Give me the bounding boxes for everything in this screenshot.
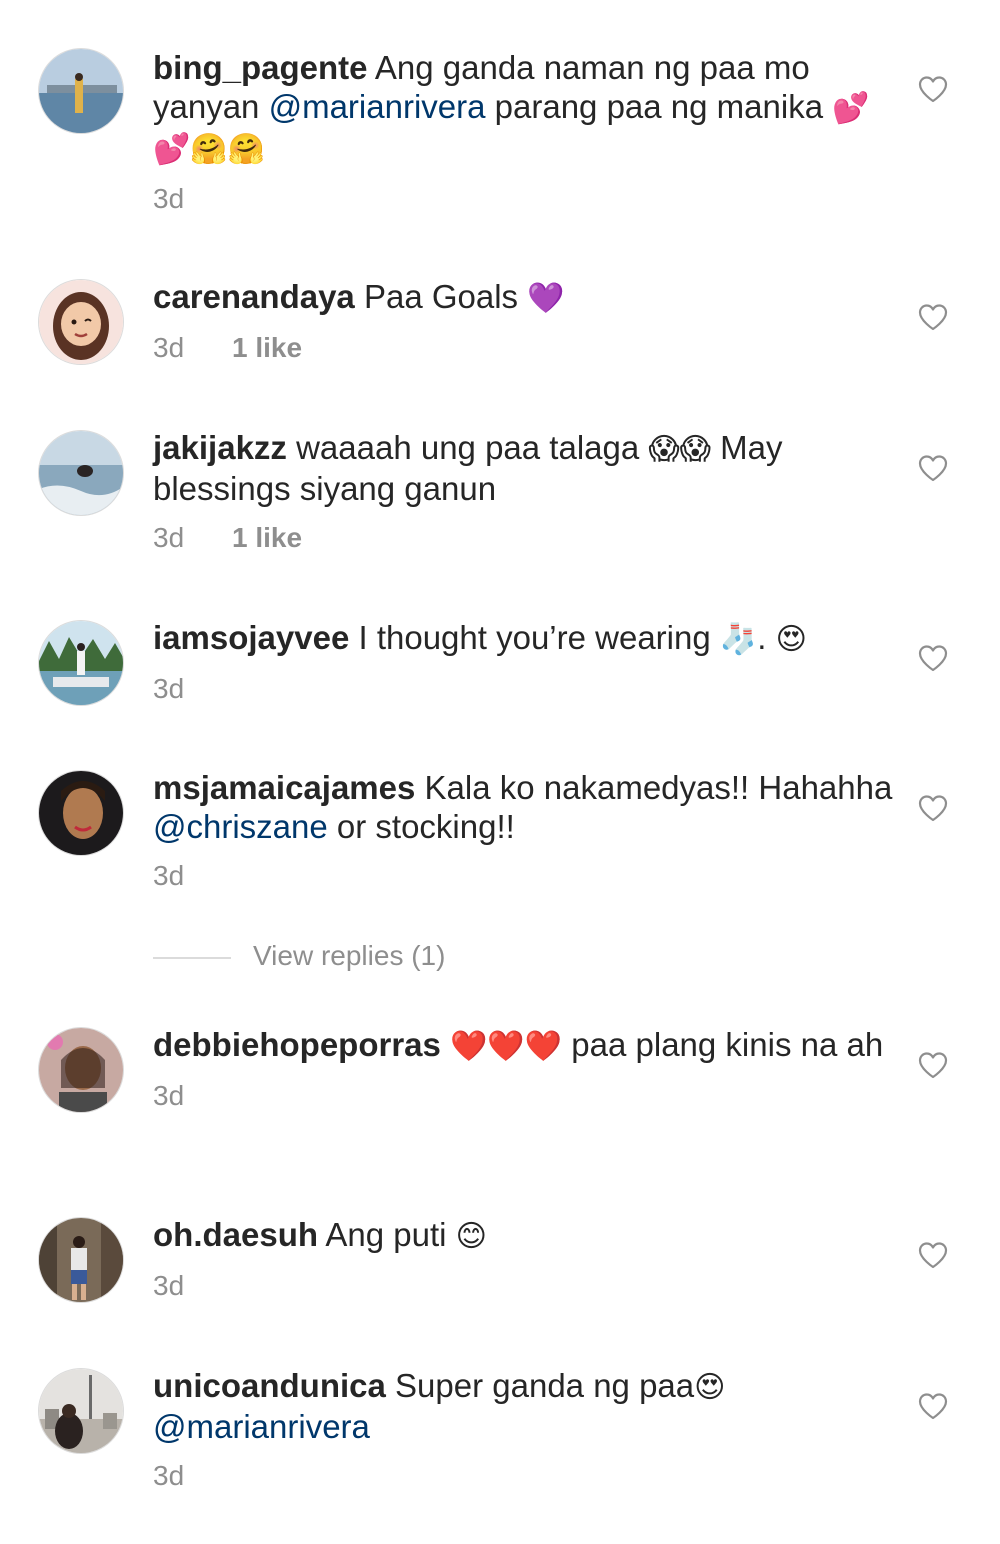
comment-text: jakijakzz waaaah ung paa talaga 😱😱 May b… (153, 428, 893, 508)
avatar-image (39, 49, 123, 133)
comment-likes[interactable]: 1 like (232, 332, 302, 363)
comment-text-part: Ang puti (318, 1216, 456, 1253)
comment-username[interactable]: oh.daesuh (153, 1216, 318, 1253)
comment-username[interactable]: bing_pagente (153, 49, 368, 86)
comment-meta: 3d (153, 1080, 893, 1116)
comment-text-part: . (757, 619, 776, 656)
avatar-image (39, 621, 123, 705)
avatar-image (39, 431, 123, 515)
comment-text: iamsojayvee I thought you’re wearing 🧦. … (153, 618, 893, 659)
comment-meta: 3d (153, 1270, 893, 1306)
comment-text-part: parang paa ng manika (485, 88, 833, 125)
comment-meta: 3d (153, 860, 893, 896)
comment-username[interactable]: msjamaicajames (153, 769, 415, 806)
comment-text-part (441, 1026, 450, 1063)
avatar[interactable] (38, 430, 124, 516)
comment-body: debbiehopeporras ❤️❤️❤️ paa plang kinis … (153, 1025, 893, 1116)
comment-text-part: Paa Goals (354, 278, 528, 315)
avatar-image (39, 1028, 123, 1112)
comment-meta: 3d (153, 1460, 893, 1496)
comment-mention[interactable]: @marianrivera (153, 1408, 370, 1445)
avatar[interactable] (38, 1217, 124, 1303)
like-heart-icon[interactable] (918, 454, 948, 482)
comment-text-part: waaaah ung paa talaga (286, 429, 649, 466)
comment-body: jakijakzz waaaah ung paa talaga 😱😱 May b… (153, 428, 893, 558)
comment-text-part: paa plang kinis na ah (562, 1026, 884, 1063)
comment-body: msjamaicajames Kala ko nakamedyas!! Haha… (153, 768, 893, 896)
avatar[interactable] (38, 48, 124, 134)
like-heart-icon[interactable] (918, 75, 948, 103)
comments-list: bing_pagente Ang ganda naman ng paa mo y… (0, 0, 1000, 1544)
comment-time: 3d (153, 860, 185, 891)
comment-username[interactable]: debbiehopeporras (153, 1026, 441, 1063)
comment-mention[interactable]: @chriszane (153, 808, 328, 845)
avatar-image (39, 280, 123, 364)
comment-emoji: ❤️❤️❤️ (450, 1029, 563, 1064)
comment-text: debbiehopeporras ❤️❤️❤️ paa plang kinis … (153, 1025, 893, 1066)
comment-text: carenandaya Paa Goals 💜 (153, 277, 893, 318)
avatar[interactable] (38, 770, 124, 856)
comment-body: unicoandunica Super ganda ng paa😍 @marian… (153, 1366, 893, 1496)
view-replies-label[interactable]: View replies (1) (253, 940, 445, 972)
replies-divider (153, 957, 231, 959)
comment-likes[interactable]: 1 like (232, 522, 302, 553)
comment-username[interactable]: jakijakzz (153, 429, 287, 466)
comment-username[interactable]: unicoandunica (153, 1367, 386, 1404)
avatar[interactable] (38, 620, 124, 706)
comment-meta: 3d (153, 673, 893, 709)
comment-text-part: I thought you’re wearing (349, 619, 720, 656)
comment-body: oh.daesuh Ang puti 😊 3d (153, 1215, 893, 1306)
like-heart-icon[interactable] (918, 1392, 948, 1420)
avatar-image (39, 1369, 123, 1453)
comment-time: 3d (153, 522, 185, 553)
comment-username[interactable]: iamsojayvee (153, 619, 349, 656)
comment-text: oh.daesuh Ang puti 😊 (153, 1215, 893, 1256)
comment-time: 3d (153, 1460, 185, 1491)
comment-text: msjamaicajames Kala ko nakamedyas!! Haha… (153, 768, 893, 846)
comment-emoji: 😍 (694, 1370, 726, 1405)
comment-mention[interactable]: @marianrivera (269, 88, 486, 125)
comment-meta: 3d 1 like (153, 522, 893, 558)
avatar-image (39, 771, 123, 855)
comment-meta: 3d 1 like (153, 332, 893, 368)
comment-text: bing_pagente Ang ganda naman ng paa mo y… (153, 48, 893, 169)
comment-time: 3d (153, 183, 185, 214)
like-heart-icon[interactable] (918, 644, 948, 672)
comment-body: bing_pagente Ang ganda naman ng paa mo y… (153, 48, 893, 219)
avatar[interactable] (38, 1027, 124, 1113)
comment-text-part: Kala ko nakamedyas!! Hahahha (415, 769, 893, 806)
comment-time: 3d (153, 332, 185, 363)
like-heart-icon[interactable] (918, 1241, 948, 1269)
like-heart-icon[interactable] (918, 303, 948, 331)
avatar-image (39, 1218, 123, 1302)
comment-text-part: or stocking!! (327, 808, 515, 845)
comment-emoji: 💜 (527, 281, 565, 316)
comment-time: 3d (153, 1270, 185, 1301)
comment-emoji: 😍 (775, 622, 807, 657)
comment-text-part: Super ganda ng paa (385, 1367, 695, 1404)
comment-body: carenandaya Paa Goals 💜 3d 1 like (153, 277, 893, 368)
like-heart-icon[interactable] (918, 794, 948, 822)
comment-emoji: 🧦 (719, 622, 758, 657)
comment-meta: 3d (153, 183, 893, 219)
comment-time: 3d (153, 1080, 185, 1111)
avatar[interactable] (38, 279, 124, 365)
avatar[interactable] (38, 1368, 124, 1454)
comment-username[interactable]: carenandaya (153, 278, 355, 315)
comment-emoji: 😱😱 (648, 432, 711, 467)
like-heart-icon[interactable] (918, 1051, 948, 1079)
comment-text: unicoandunica Super ganda ng paa😍 @marian… (153, 1366, 893, 1446)
comment-emoji: 😊 (455, 1219, 487, 1254)
comment-time: 3d (153, 673, 185, 704)
comment-body: iamsojayvee I thought you’re wearing 🧦. … (153, 618, 893, 709)
